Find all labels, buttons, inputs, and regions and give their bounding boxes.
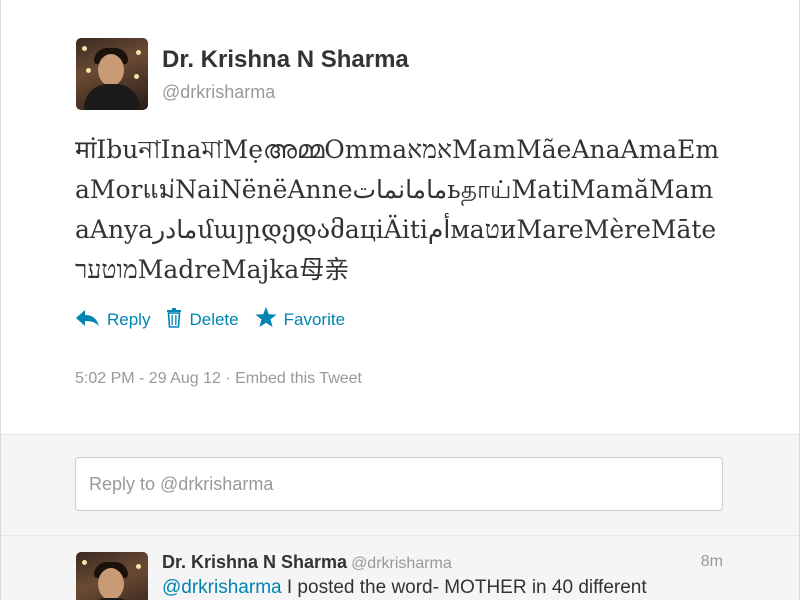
reply-text: @drkrisharma I posted the word- MOTHER i…	[162, 577, 647, 599]
tweet-detail: Dr. Krishna N Sharma @drkrisharma मांIbu…	[1, 0, 799, 435]
reply-author[interactable]: Dr. Krishna N Sharma @drkrisharma	[162, 552, 452, 573]
author-avatar[interactable]	[76, 38, 148, 110]
embed-tweet-link[interactable]: Embed this Tweet	[235, 370, 362, 387]
tweet-timestamp[interactable]: 5:02 PM - 29 Aug 12	[75, 370, 221, 387]
reply-arrow-icon	[75, 309, 100, 332]
reply-input[interactable]	[75, 457, 723, 511]
reply-body: I posted the word- MOTHER in 40 differen…	[281, 577, 647, 598]
delete-label: Delete	[189, 310, 239, 329]
tweet-actions: Reply Delete Favorite	[75, 306, 361, 334]
tweet-permalink-container: Dr. Krishna N Sharma @drkrisharma मांIbu…	[0, 0, 800, 600]
reply-label: Reply	[107, 310, 151, 329]
trash-icon	[166, 307, 182, 333]
meta-separator: ·	[225, 370, 231, 387]
author-name[interactable]: Dr. Krishna N Sharma	[162, 46, 409, 74]
author-handle[interactable]: @drkrisharma	[162, 82, 275, 103]
reply-time[interactable]: 8m	[701, 553, 723, 571]
delete-button[interactable]: Delete	[166, 307, 239, 333]
reply-author-avatar[interactable]	[76, 552, 148, 600]
reply-button[interactable]: Reply	[75, 309, 150, 332]
tweet-meta: 5:02 PM - 29 Aug 12 · Embed this Tweet	[75, 370, 362, 388]
reply-tweet[interactable]: Dr. Krishna N Sharma @drkrisharma 8m @drk…	[1, 536, 799, 600]
star-icon	[255, 307, 277, 333]
reply-author-handle[interactable]: @drkrisharma	[351, 555, 452, 572]
tweet-text: मांIbuনাInaমাMẹഅമ്മOmmaאמאMamMãeAnaAmaEm…	[75, 135, 720, 284]
favorite-label: Favorite	[283, 310, 346, 329]
reply-box	[1, 435, 799, 536]
favorite-button[interactable]: Favorite	[255, 307, 345, 333]
reply-mention[interactable]: @drkrisharma	[162, 577, 282, 598]
reply-author-name[interactable]: Dr. Krishna N Sharma	[162, 552, 347, 572]
